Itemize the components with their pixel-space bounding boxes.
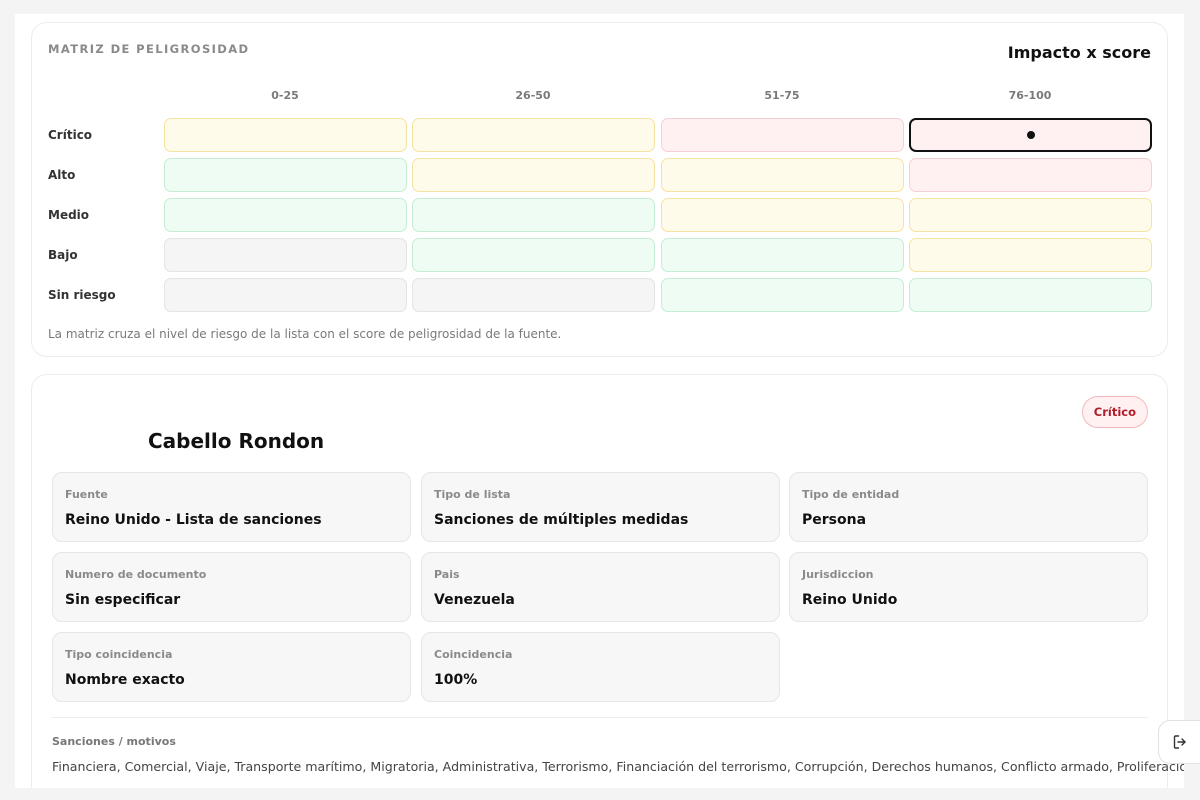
field-label: Numero de documento	[65, 568, 207, 581]
field-tipo-de-entidad: Tipo de entidad Persona	[789, 472, 1148, 542]
matrix-cell	[412, 118, 655, 152]
entity-detail-card: Cabello Rondon Crítico Fuente Reino Unid…	[31, 374, 1184, 788]
matrix-row-label: Medio	[48, 208, 90, 222]
field-value: Reino Unido - Lista de sanciones	[65, 512, 322, 528]
entity-name: Cabello Rondon	[148, 429, 325, 453]
matrix-cell	[412, 158, 655, 192]
matrix-cell	[412, 278, 655, 312]
sanctions-list: Financiera, Comercial, Viaje, Transporte…	[52, 759, 1184, 774]
matrix-cell	[412, 238, 655, 272]
field-tipo-coincidencia: Tipo coincidencia Nombre exacto	[52, 632, 411, 702]
matrix-row-label: Sin riesgo	[48, 288, 116, 302]
field-label: Fuente	[65, 488, 108, 501]
field-label: Tipo coincidencia	[65, 648, 173, 661]
matrix-cell	[909, 278, 1152, 312]
matrix-cell	[164, 198, 407, 232]
field-pais: Pais Venezuela	[421, 552, 780, 622]
field-label: Jurisdiccion	[802, 568, 874, 581]
matrix-note: La matriz cruza el nivel de riesgo de la…	[48, 327, 562, 341]
matrix-impact-label: Impacto x score	[1007, 43, 1151, 62]
matrix-column-header: 76-100	[1008, 89, 1052, 102]
matrix-cell	[164, 118, 407, 152]
field-label: Pais	[434, 568, 460, 581]
field-jurisdiccion: Jurisdiccion Reino Unido	[789, 552, 1148, 622]
field-label: Tipo de lista	[434, 488, 511, 501]
matrix-row-label: Alto	[48, 168, 76, 182]
matrix-cell	[412, 198, 655, 232]
field-value: Sanciones de múltiples medidas	[434, 512, 689, 528]
divider	[51, 717, 1148, 718]
field-value: Reino Unido	[802, 592, 898, 608]
matrix-column-header: 51-75	[764, 89, 800, 102]
field-value: Sin especificar	[65, 592, 181, 608]
risk-level-badge: Crítico	[1081, 396, 1148, 428]
matrix-row-label: Bajo	[48, 248, 78, 262]
matrix-title: MATRIZ DE PELIGROSIDAD	[48, 42, 250, 56]
field-label: Tipo de entidad	[802, 488, 900, 501]
field-numero-de-documento: Numero de documento Sin especificar	[52, 552, 411, 622]
logout-button[interactable]	[1158, 720, 1200, 764]
matrix-cell	[909, 238, 1152, 272]
matrix-cell	[909, 158, 1152, 192]
field-label: Coincidencia	[434, 648, 513, 661]
field-tipo-de-lista: Tipo de lista Sanciones de múltiples med…	[421, 472, 780, 542]
matrix-cell	[164, 278, 407, 312]
field-value: Venezuela	[434, 592, 515, 608]
matrix-column-header: 0-25	[271, 89, 299, 102]
risk-matrix-card: MATRIZ DE PELIGROSIDAD Impacto x score 0…	[31, 22, 1168, 357]
matrix-column-header: 26-50	[515, 89, 551, 102]
page-frame: MATRIZ DE PELIGROSIDAD Impacto x score 0…	[15, 14, 1184, 788]
matrix-cell	[661, 118, 904, 152]
matrix-cell-selected	[909, 118, 1152, 152]
field-value: 100%	[434, 672, 478, 688]
matrix-row-label: Crítico	[48, 128, 93, 142]
field-fuente: Fuente Reino Unido - Lista de sanciones	[52, 472, 411, 542]
field-coincidencia: Coincidencia 100%	[421, 632, 780, 702]
matrix-cell	[661, 198, 904, 232]
field-value: Nombre exacto	[65, 672, 185, 688]
sanctions-label: Sanciones / motivos	[52, 735, 176, 748]
field-value: Persona	[802, 512, 867, 528]
matrix-cell	[661, 158, 904, 192]
logout-icon	[1172, 734, 1188, 750]
matrix-cell	[164, 238, 407, 272]
matrix-cell	[661, 238, 904, 272]
matrix-cell	[661, 278, 904, 312]
matrix-cell	[909, 198, 1152, 232]
selection-marker-icon	[1026, 131, 1035, 139]
matrix-cell	[164, 158, 407, 192]
